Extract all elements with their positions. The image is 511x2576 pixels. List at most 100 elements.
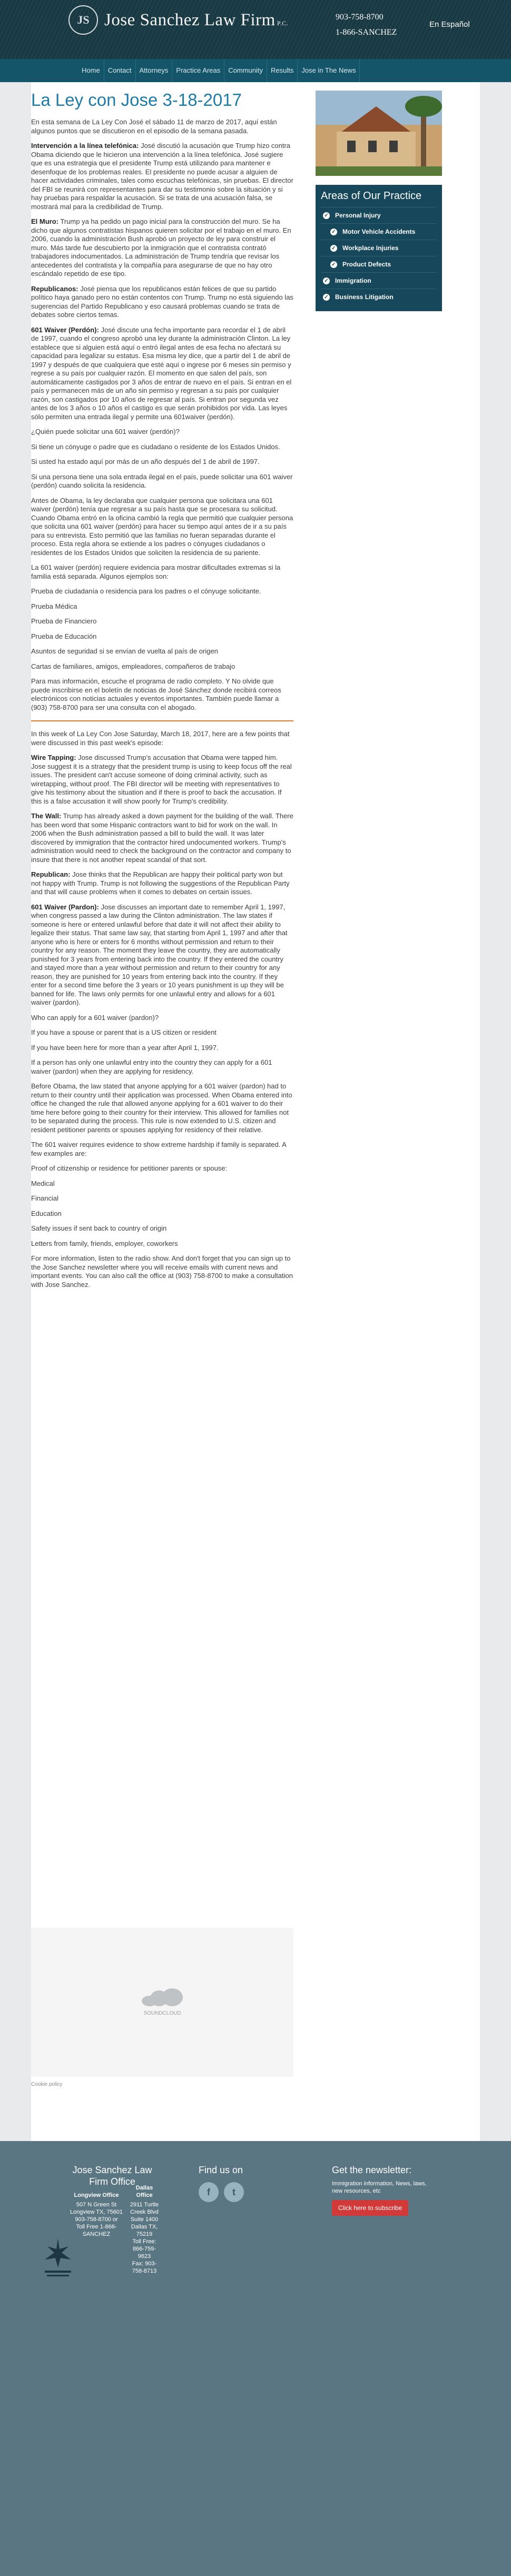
paragraph-text: For more information, listen to the radi… bbox=[31, 1254, 293, 1289]
nav-item-attorneys[interactable]: Attorneys bbox=[136, 59, 173, 82]
paragraph: Before Obama, the law stated that anyone… bbox=[31, 1082, 293, 1134]
paragraph-text: Si usted ha estado aquí por más de un añ… bbox=[31, 458, 260, 465]
paragraph-text: Education bbox=[31, 1209, 62, 1217]
phone-local[interactable]: 903-758-8700 bbox=[336, 9, 397, 25]
office-address-line: 75219 bbox=[136, 2231, 153, 2237]
practice-area-business-litigation[interactable]: ✓ Business Litigation bbox=[321, 289, 437, 305]
paragraph: Cartas de familiares, amigos, empleadore… bbox=[31, 662, 293, 671]
twitter-icon[interactable]: t bbox=[224, 2182, 244, 2202]
paragraph: 601 Waiver (Pardon): Jose discusses an i… bbox=[31, 903, 293, 1007]
paragraph: The 601 waiver requires evidence to show… bbox=[31, 1141, 293, 1158]
site-footer: Jose Sanchez Law Firm Office Longview Of… bbox=[0, 2141, 511, 2576]
nav-item-practice-areas[interactable]: Practice Areas bbox=[172, 59, 225, 82]
practice-area-personal-injury[interactable]: ✓ Personal Injury bbox=[321, 207, 437, 223]
soundcloud-icon bbox=[142, 1988, 183, 2006]
paragraph: Para mas información, escuche el program… bbox=[31, 677, 293, 712]
paragraph: For more information, listen to the radi… bbox=[31, 1254, 293, 1289]
office-address-line: 507 N Green St bbox=[76, 2202, 117, 2208]
paragraph-text: Prueba de ciudadanía o residencia para l… bbox=[31, 587, 261, 595]
paragraph: Prueba de Financiero bbox=[31, 617, 293, 626]
footer-newsletter: Get the newsletter: Immigration informat… bbox=[332, 2164, 427, 2216]
nav-item-contact[interactable]: Contact bbox=[104, 59, 136, 82]
practice-areas: Areas of Our Practice ✓ Personal Injury ✓ M… bbox=[316, 185, 442, 311]
find-us-title: Find us on bbox=[199, 2165, 243, 2175]
paragraph: Si usted ha estado aquí por más de un añ… bbox=[31, 458, 293, 467]
paragraph-text: Safety issues if sent back to country of… bbox=[31, 1224, 167, 1232]
phone-toll-free[interactable]: 1-866-SANCHEZ bbox=[336, 25, 397, 40]
cookie-policy-link[interactable]: Cookie policy bbox=[31, 2082, 62, 2087]
check-icon: ✓ bbox=[330, 261, 337, 268]
language-divider bbox=[31, 720, 293, 721]
office-photo bbox=[316, 91, 442, 176]
firm-logo[interactable]: JS Jose Sanchez Law Firm P.C. bbox=[68, 5, 288, 35]
language-switch[interactable]: En Español bbox=[429, 20, 470, 29]
paragraph-text: If you have a spouse or parent that is a… bbox=[31, 1028, 217, 1036]
paragraph-text: José discutió la acusación que Trump hiz… bbox=[31, 142, 293, 211]
footer-social: Find us on ft bbox=[199, 2164, 244, 2202]
practice-area-product-defects[interactable]: ✓ Product Defects bbox=[321, 256, 437, 272]
paragraph-text: Jose discusses an important date to reme… bbox=[31, 903, 288, 1007]
office-name: Dallas Office bbox=[135, 2185, 153, 2198]
paragraph: En esta semana de La Ley Con José el sáb… bbox=[31, 118, 293, 135]
paragraph: Republican: Jose thinks that the Republi… bbox=[31, 870, 293, 897]
firm-seal-icon: JS bbox=[68, 5, 98, 35]
office-name: Longview Office bbox=[74, 2192, 119, 2198]
nav-item-jose-in-the-news[interactable]: Jose in The News bbox=[298, 59, 360, 82]
practice-area-workplace-injuries[interactable]: ✓ Workplace Injuries bbox=[321, 240, 437, 256]
paragraph: El Muro: Trump ya ha pedido un pago inic… bbox=[31, 217, 293, 279]
paragraph-text: Trump has already asked a down payment f… bbox=[31, 812, 293, 864]
paragraph: If a person has only one unlawful entry … bbox=[31, 1058, 293, 1076]
practice-area-label: Personal Injury bbox=[335, 212, 381, 219]
paragraph-text: Antes de Obama, la ley declaraba que cua… bbox=[31, 496, 293, 557]
paragraph-text: Jose thinks that the Republican are happ… bbox=[31, 870, 290, 896]
office-address-line: Creek Blvd bbox=[130, 2209, 159, 2215]
office-address-line: Toll Free: bbox=[132, 2238, 156, 2245]
paragraph: Who can apply for a 601 waiver (pardon)? bbox=[31, 1014, 293, 1023]
paragraph: Asuntos de seguridad si se envían de vue… bbox=[31, 647, 293, 656]
soundcloud-player[interactable]: SOUNDCLOUD bbox=[31, 1928, 293, 2077]
newsletter-title: Get the newsletter: bbox=[332, 2165, 412, 2175]
paragraph-text: Financial bbox=[31, 1194, 59, 1202]
paragraph: Medical bbox=[31, 1180, 293, 1188]
nav-item-home[interactable]: Home bbox=[78, 59, 104, 82]
facebook-icon[interactable]: f bbox=[199, 2182, 219, 2202]
paragraph-text: Cartas de familiares, amigos, empleadore… bbox=[31, 662, 235, 670]
paragraph-text: Proof of citizenship or residence for pe… bbox=[31, 1164, 228, 1172]
paragraph: 601 Waiver (Perdón): José discute una fe… bbox=[31, 326, 293, 422]
paragraph-lead: El Muro: bbox=[31, 217, 58, 225]
practice-area-label: Motor Vehicle Accidents bbox=[342, 228, 416, 235]
check-icon: ✓ bbox=[330, 228, 337, 235]
nav-item-community[interactable]: Community bbox=[224, 59, 267, 82]
paragraph: Antes de Obama, la ley declaraba que cua… bbox=[31, 497, 293, 558]
paragraph: Proof of citizenship or residence for pe… bbox=[31, 1164, 293, 1173]
office-address-line: 9623 bbox=[137, 2253, 151, 2260]
paragraph-text: Prueba de Educación bbox=[31, 632, 97, 640]
practice-area-immigration[interactable]: ✓ Immigration bbox=[321, 272, 437, 289]
page-title: La Ley con Jose 3-18-2017 bbox=[31, 90, 242, 110]
article-body-spanish: En esta semana de La Ley Con José el sáb… bbox=[31, 118, 293, 712]
subscribe-button[interactable]: Click here to subscribe bbox=[332, 2200, 409, 2216]
paragraph: La 601 waiver (perdón) requiere evidenci… bbox=[31, 563, 293, 581]
main-nav: Home Contact Attorneys Practice Areas Commun… bbox=[0, 59, 511, 82]
paragraph-lead: Republican: bbox=[31, 870, 71, 878]
practice-area-motor-vehicle-accidents[interactable]: ✓ Motor Vehicle Accidents bbox=[321, 223, 437, 240]
paragraph: Intervención a la línea telefónica: José… bbox=[31, 142, 293, 211]
paragraph-lead: Republicanos: bbox=[31, 284, 78, 293]
practice-area-label: Workplace Injuries bbox=[342, 244, 399, 252]
paragraph: Education bbox=[31, 1210, 293, 1218]
paragraph-lead: The Wall: bbox=[31, 812, 62, 820]
office-address-line: 866-759- bbox=[132, 2246, 156, 2252]
office-address-line: Suite 1400 bbox=[130, 2216, 159, 2223]
paragraph: Si una persona tiene una sola entrada il… bbox=[31, 473, 293, 490]
paragraph-text: La 601 waiver (perdón) requiere evidenci… bbox=[31, 563, 281, 580]
newsletter-text: Immigration information, News, laws, new… bbox=[332, 2181, 427, 2194]
paragraph: In this week of La Ley Con Jose Saturday… bbox=[31, 730, 293, 747]
practice-areas-title: Areas of Our Practice bbox=[321, 190, 422, 202]
practice-area-label: Immigration bbox=[335, 277, 371, 284]
header-phones: 903-758-8700 1-866-SANCHEZ bbox=[336, 9, 397, 40]
nav-item-results[interactable]: Results bbox=[267, 59, 298, 82]
paragraph-text: En esta semana de La Ley Con José el sáb… bbox=[31, 118, 277, 135]
paragraph-text: Trump ya ha pedido un pago inicial para … bbox=[31, 217, 291, 278]
soundcloud-label: SOUNDCLOUD bbox=[143, 2010, 181, 2016]
article-body-english: In this week of La Ley Con Jose Saturday… bbox=[31, 730, 293, 1289]
